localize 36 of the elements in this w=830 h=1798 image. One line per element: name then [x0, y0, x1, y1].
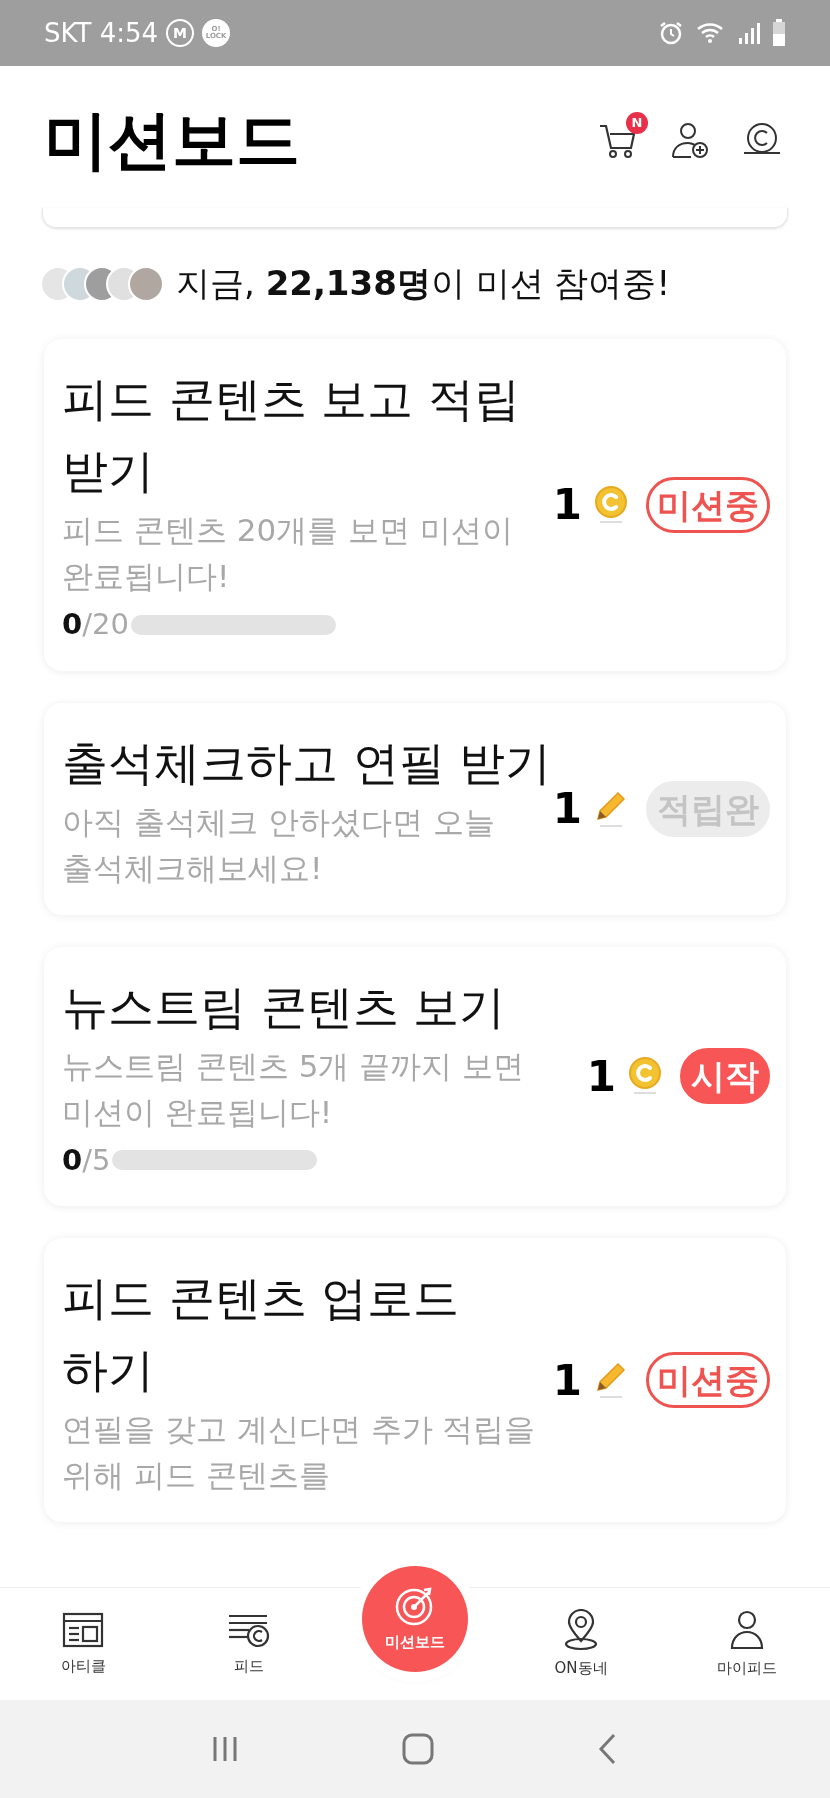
mission-title: 피드 콘텐츠 보고 적립 받기 [62, 371, 521, 500]
signal-icon [738, 20, 760, 46]
newspaper-icon [62, 1610, 104, 1649]
reward-amount: 1 [552, 783, 582, 835]
page-title: 미션보드 [44, 108, 300, 172]
alarm-icon [658, 20, 684, 46]
notification-badge: N [626, 112, 648, 134]
nav-tab[interactable]: 피드 [166, 1588, 332, 1700]
coin-icon [594, 484, 628, 525]
mission-title: 뉴스트림 콘텐츠 보기 [62, 978, 507, 1036]
pencil-icon [594, 1360, 628, 1400]
coin-icon [628, 1056, 662, 1097]
nav-tab[interactable]: 마이피드 [664, 1588, 830, 1700]
mission-description: 연필을 갖고 계신다면 추가 적립을 위해 피드 콘텐츠를 [62, 1410, 537, 1495]
location-pin-icon [562, 1608, 600, 1651]
home-icon[interactable] [401, 1732, 435, 1766]
reward-amount: 1 [552, 479, 582, 532]
participants-text: 지금, 22,138명이 미션 참여중! [176, 262, 671, 305]
battery-icon [772, 19, 786, 47]
mission-description: 뉴스트림 콘텐츠 5개 끝까지 보면 미션이 완료됩니다! [62, 1046, 526, 1132]
person-icon [728, 1608, 766, 1651]
progress-count: 0/5 [62, 1141, 111, 1179]
nav-tab[interactable]: ON동네 [498, 1588, 664, 1700]
app-badge: M [166, 19, 195, 47]
add-person-icon [670, 120, 710, 160]
reward-amount: 1 [552, 1354, 582, 1407]
mission-card[interactable]: 뉴스트림 콘텐츠 보기 뉴스트림 콘텐츠 5개 끝까지 보면 미션이 완료됩니다! 0/5 1 시작 [44, 946, 786, 1206]
progress-count: 0/20 [62, 606, 129, 643]
mission-description: 아직 출석체크 안하셨다면 오늘 출석체크해보세요! [62, 802, 496, 888]
mission-description: 피드 콘텐츠 20개를 보면 미션이 완료됩니다! [62, 511, 514, 596]
carrier-time: SKT 4:54 [44, 16, 159, 50]
reward-amount: 1 [586, 1050, 616, 1103]
nav-tab[interactable]: 아티클 [0, 1588, 166, 1700]
mission-title: 출석체크하고 연필 받기 [62, 734, 552, 792]
mission-title: 피드 콘텐츠 업로드 하기 [62, 1270, 461, 1399]
mission-card[interactable]: 피드 콘텐츠 업로드 하기 연필을 갖고 계신다면 추가 적립을 위해 피드 콘텐츠를 1 미션중 [44, 1238, 786, 1522]
